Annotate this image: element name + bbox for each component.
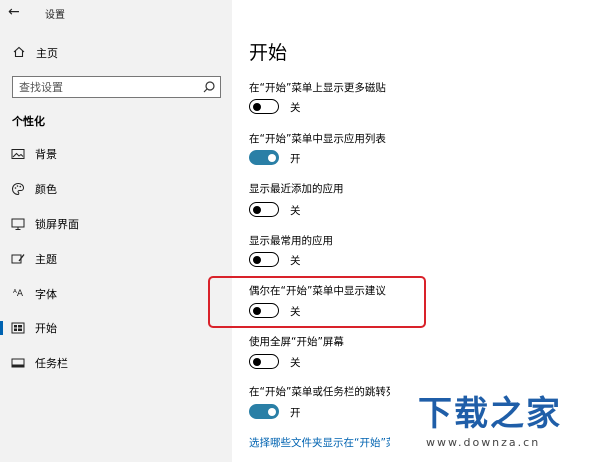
toggle-state-text: 关 xyxy=(290,102,301,114)
sidebar-item-taskbar[interactable]: 任务栏 xyxy=(0,348,232,378)
toggle-state-text: 开 xyxy=(290,153,301,165)
toggle-full-screen-start[interactable] xyxy=(249,354,279,369)
title-bar: ← 设置 xyxy=(0,0,232,26)
sidebar-item-themes[interactable]: 主题 xyxy=(0,244,232,274)
picture-icon xyxy=(11,147,25,161)
toggle-state-text: 关 xyxy=(290,255,301,267)
setting-label-full-screen-start: 使用全屏“开始”屏幕 xyxy=(249,336,344,348)
search-input[interactable] xyxy=(19,79,195,95)
sidebar-item-fonts[interactable]: ᴬA 字体 xyxy=(0,279,232,309)
start-menu-icon xyxy=(11,321,25,335)
setting-label-recently-added: 显示最近添加的应用 xyxy=(249,183,344,195)
sidebar-item-label: 开始 xyxy=(35,322,57,335)
page-title: 开始 xyxy=(249,42,288,64)
toggle-state-text: 开 xyxy=(290,407,301,419)
sidebar-item-label: 主题 xyxy=(35,253,57,266)
sidebar-item-lock-screen[interactable]: 锁屏界面 xyxy=(0,209,232,239)
sidebar-item-label: 颜色 xyxy=(35,183,57,196)
setting-label-more-tiles: 在“开始”菜单上显示更多磁贴 xyxy=(249,82,386,94)
palette-icon xyxy=(11,182,25,196)
watermark-url: www.downza.cn xyxy=(426,436,541,449)
sidebar-item-label: 锁屏界面 xyxy=(35,218,79,231)
font-icon: ᴬA xyxy=(12,289,24,299)
toggle-jump-lists[interactable] xyxy=(249,404,279,419)
sidebar-item-colors[interactable]: 颜色 xyxy=(0,174,232,204)
toggle-knob xyxy=(253,357,261,366)
sidebar-item-label: 字体 xyxy=(35,288,57,301)
active-indicator xyxy=(0,321,3,335)
toggle-state-text: 关 xyxy=(290,205,301,217)
sidebar: ← 设置 主页 个性化 背景 颜色 锁屏界面 主 xyxy=(0,0,232,462)
theme-brush-icon xyxy=(11,252,25,266)
toggle-state-text: 关 xyxy=(290,357,301,369)
toggle-knob xyxy=(253,255,261,264)
home-nav-item[interactable]: 主页 xyxy=(12,45,58,61)
app-title: 设置 xyxy=(45,10,65,21)
toggle-app-list[interactable] xyxy=(249,150,279,165)
annotation-highlight-box xyxy=(208,276,426,328)
toggle-knob xyxy=(253,205,261,214)
section-title-personalization: 个性化 xyxy=(12,115,45,128)
setting-label-app-list: 在“开始”菜单中显示应用列表 xyxy=(249,133,386,145)
toggle-knob xyxy=(268,407,276,416)
home-label: 主页 xyxy=(36,47,58,60)
toggle-most-used[interactable] xyxy=(249,252,279,267)
taskbar-icon xyxy=(11,356,25,370)
sidebar-item-label: 背景 xyxy=(35,148,57,161)
back-arrow-icon[interactable]: ← xyxy=(8,3,26,21)
search-box[interactable] xyxy=(12,76,221,98)
monitor-icon xyxy=(11,217,25,231)
toggle-recently-added[interactable] xyxy=(249,202,279,217)
toggle-knob xyxy=(253,102,261,111)
home-icon xyxy=(12,46,26,61)
setting-label-most-used: 显示最常用的应用 xyxy=(249,235,333,247)
search-icon[interactable] xyxy=(201,79,217,95)
setting-label-jump-lists: 在“开始”菜单或任务栏的跳转列 xyxy=(249,386,397,398)
watermark-logo: 下载之家 xyxy=(418,394,562,434)
sidebar-item-start[interactable]: 开始 xyxy=(0,313,232,343)
sidebar-item-label: 任务栏 xyxy=(35,357,68,370)
toggle-more-tiles[interactable] xyxy=(249,99,279,114)
toggle-knob xyxy=(268,153,276,162)
watermark: 下载之家 www.downza.cn xyxy=(390,380,600,462)
choose-folders-link[interactable]: 选择哪些文件夹显示在“开始”菜 xyxy=(249,435,396,450)
sidebar-item-background[interactable]: 背景 xyxy=(0,139,232,169)
